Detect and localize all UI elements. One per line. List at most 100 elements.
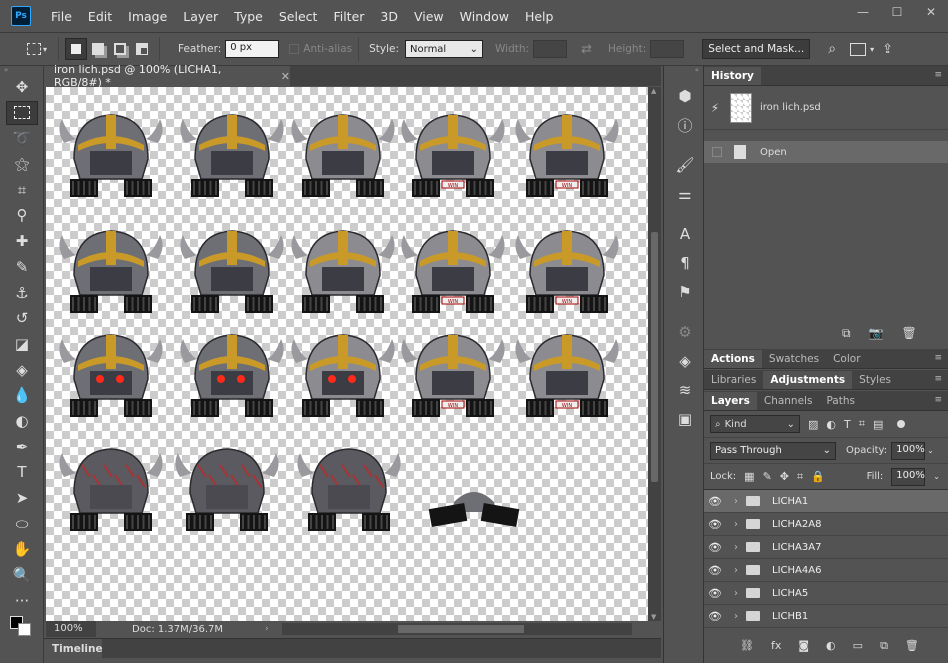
swap-icon[interactable]: ⇄ [581, 42, 592, 57]
share-icon[interactable]: ⇪ [882, 42, 893, 57]
horizontal-scrollbar[interactable] [282, 623, 632, 635]
add-to-selection-button[interactable] [87, 38, 109, 60]
blend-mode-dropdown[interactable]: Pass Through ⌄ [710, 441, 836, 460]
eyedropper-tool-icon[interactable]: ⚲ [6, 203, 38, 227]
search-icon[interactable]: ⌕ [828, 41, 836, 57]
more-tools-icon[interactable]: ··· [6, 589, 38, 613]
trash-icon[interactable]: 🗑 [902, 326, 917, 341]
shape-filter-icon[interactable]: ⌗ [859, 417, 865, 431]
workspace-icon[interactable] [850, 42, 867, 56]
style-dropdown[interactable]: Normal ⌄ [405, 40, 484, 58]
foreground-background-color-icon[interactable] [6, 614, 38, 638]
eye-icon[interactable]: 👁 [704, 495, 726, 508]
lock-transparent-icon[interactable]: ▦ [744, 470, 754, 483]
camera-icon[interactable]: 📷 [869, 326, 884, 341]
select-and-mask-button[interactable]: Select and Mask... [702, 39, 811, 59]
menu-type[interactable]: Type [226, 9, 271, 24]
menu-layer[interactable]: Layer [175, 9, 226, 24]
tab-history[interactable]: History [704, 67, 761, 85]
rectangular-marquee-tool-icon[interactable] [6, 100, 38, 125]
lasso-tool-icon[interactable]: ➰ [6, 126, 38, 150]
layer-row[interactable]: 👁 › LICHA2A8 [704, 513, 948, 536]
menu-help[interactable]: Help [517, 9, 562, 24]
panel-menu-icon[interactable]: ≡ [934, 395, 942, 405]
lock-image-icon[interactable]: ✎ [763, 470, 772, 483]
zoom-tool-icon[interactable]: 🔍 [6, 563, 38, 587]
tool-preset-picker[interactable]: ▾ [22, 38, 52, 60]
lock-all-icon[interactable]: 🔒 [811, 470, 825, 483]
layers-stack-icon[interactable]: ≋ [670, 378, 700, 402]
tab-libraries[interactable]: Libraries [704, 371, 763, 389]
menu-window[interactable]: Window [452, 9, 517, 24]
chevron-right-icon[interactable]: › [734, 565, 746, 576]
crop-tool-icon[interactable]: ⌗ [6, 178, 38, 202]
panel-menu-icon[interactable]: ≡ [934, 374, 942, 384]
move-tool-icon[interactable]: ✥ [6, 75, 38, 99]
intersect-selection-button[interactable] [131, 38, 153, 60]
menu-filter[interactable]: Filter [325, 9, 372, 24]
glyphs-panel-icon[interactable]: ⚑ [670, 280, 700, 304]
paragraph-panel-icon[interactable]: ¶ [670, 251, 700, 275]
trash-icon[interactable]: 🗑 [905, 639, 919, 653]
panel-menu-icon[interactable]: ≡ [934, 353, 942, 363]
menu-select[interactable]: Select [271, 9, 326, 24]
vertical-scroll-thumb[interactable] [651, 232, 658, 482]
navigator-icon[interactable]: ▣ [670, 407, 700, 431]
horizontal-scroll-thumb[interactable] [398, 625, 524, 633]
pen-tool-icon[interactable]: ✒ [6, 435, 38, 459]
magic-wand-tool-icon[interactable]: ⚝ [6, 152, 38, 176]
3d-panel-icon[interactable]: ⬢ [670, 84, 700, 108]
type-tool-icon[interactable]: T [6, 460, 38, 484]
eye-icon[interactable]: 👁 [704, 610, 726, 623]
brush-tool-icon[interactable]: ✎ [6, 255, 38, 279]
close-tab-icon[interactable]: ✕ [281, 70, 290, 83]
new-group-icon[interactable]: ▭ [853, 639, 863, 653]
antialias-checkbox[interactable] [289, 44, 300, 54]
tab-channels[interactable]: Channels [757, 392, 820, 410]
chevron-right-icon[interactable]: › [734, 588, 746, 599]
smart-object-filter-icon[interactable]: ▤ [873, 418, 883, 431]
clone-stamp-tool-icon[interactable]: ⚓ [6, 281, 38, 305]
type-filter-icon[interactable]: T [844, 418, 851, 431]
document-canvas[interactable]: WIN WIN WIN WIN WIN WIN [46, 87, 648, 621]
blur-tool-icon[interactable]: 💧 [6, 383, 38, 407]
add-mask-icon[interactable]: ◙ [798, 639, 809, 653]
collapse-icon[interactable]: » [0, 66, 43, 74]
subtract-selection-button[interactable] [109, 38, 131, 60]
eye-icon[interactable]: 👁 [704, 541, 726, 554]
history-brush-tool-icon[interactable]: ↺ [6, 306, 38, 330]
healing-brush-tool-icon[interactable]: ✚ [6, 229, 38, 253]
new-layer-icon[interactable]: ⧉ [880, 639, 888, 653]
chevron-down-icon[interactable]: ⌄ [927, 446, 934, 455]
dodge-tool-icon[interactable]: ◐ [6, 409, 38, 433]
scroll-down-icon[interactable]: ▼ [651, 613, 656, 621]
hand-tool-icon[interactable]: ✋ [6, 537, 38, 561]
status-menu-icon[interactable]: › [265, 624, 269, 634]
tab-layers[interactable]: Layers [704, 392, 757, 410]
history-step-checkbox[interactable] [712, 147, 722, 157]
feather-input[interactable]: 0 px [225, 40, 280, 58]
info-panel-icon[interactable]: ⓘ [670, 113, 700, 137]
filter-toggle-icon[interactable] [897, 420, 906, 428]
history-step[interactable]: Open [704, 141, 948, 163]
maximize-button[interactable]: ☐ [880, 0, 914, 24]
minimize-button[interactable]: — [846, 0, 880, 24]
layer-row[interactable]: 👁 › LICHA4A6 [704, 559, 948, 582]
history-brush-source-icon[interactable]: ⚡ [704, 101, 726, 115]
panel-menu-icon[interactable]: ≡ [934, 70, 942, 80]
document-tab[interactable]: iron lich.psd @ 100% (LICHA1, RGB/8#) * … [46, 63, 290, 89]
history-snapshot[interactable]: ⚡ iron lich.psd [704, 86, 948, 130]
vertical-scrollbar[interactable]: ▲ ▼ [648, 87, 661, 621]
eye-icon[interactable]: 👁 [704, 518, 726, 531]
timeline-tab[interactable]: Timeline [44, 639, 103, 659]
menu-3d[interactable]: 3D [372, 9, 406, 24]
menu-edit[interactable]: Edit [80, 9, 120, 24]
new-document-from-state-icon[interactable]: ⧉ [842, 326, 851, 341]
chevron-right-icon[interactable]: › [734, 496, 746, 507]
layer-comps-icon[interactable]: ◈ [670, 349, 700, 373]
menu-view[interactable]: View [406, 9, 452, 24]
fx-icon[interactable]: fx [771, 639, 781, 653]
chevron-down-icon[interactable]: ▾ [870, 45, 874, 54]
tab-adjustments[interactable]: Adjustments [763, 371, 853, 389]
tab-color[interactable]: Color [826, 350, 867, 368]
